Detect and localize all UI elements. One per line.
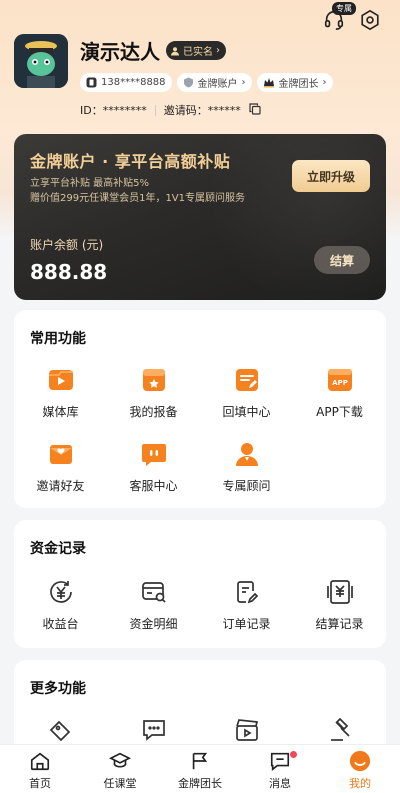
tag-icon bbox=[47, 716, 75, 744]
grid-item-app-download[interactable]: APP APP下载 bbox=[293, 366, 386, 420]
grid-item-settlement-record[interactable]: 结算记录 bbox=[293, 578, 386, 632]
graduation-cap-icon bbox=[109, 752, 131, 768]
message-icon bbox=[270, 752, 290, 771]
vip-subtitle-2: 赠价值299元任课堂会员1年，1V1专属顾问服务 bbox=[30, 193, 246, 204]
grid-item-more-1[interactable] bbox=[14, 716, 107, 744]
verified-label: 已实名 bbox=[183, 47, 213, 58]
fund-records-card: 资金记录 收益台 资金明细 订单记录 结算记录 bbox=[14, 520, 386, 648]
grid-item-invite-friends[interactable]: 邀请好友 bbox=[14, 440, 107, 494]
media-library-icon bbox=[47, 366, 75, 394]
phone-icon bbox=[86, 77, 97, 88]
balance-label: 账户余额 (元) bbox=[30, 238, 104, 252]
app-download-icon: APP bbox=[326, 366, 354, 394]
gavel-icon bbox=[326, 716, 354, 744]
phone-number: 138****8888 bbox=[101, 77, 166, 88]
vip-subtitle-1: 立享平台补贴 最高补贴5% bbox=[30, 178, 150, 189]
svg-text:APP: APP bbox=[332, 379, 348, 387]
settings-icon[interactable] bbox=[358, 8, 382, 32]
grid-item-earnings[interactable]: 收益台 bbox=[14, 578, 107, 632]
account-tag[interactable]: 金牌账户 › bbox=[176, 73, 252, 92]
unread-dot bbox=[289, 751, 297, 758]
chat-bubble-icon bbox=[140, 716, 168, 744]
grid-item-order-record[interactable]: 订单记录 bbox=[200, 578, 293, 632]
tab-home[interactable]: 首页 bbox=[0, 745, 80, 793]
flag-icon bbox=[192, 752, 208, 770]
user-check-icon bbox=[171, 46, 179, 55]
tab-messages[interactable]: 消息 bbox=[240, 745, 320, 793]
chevron-right-icon: › bbox=[322, 77, 327, 88]
chevron-right-icon: › bbox=[216, 45, 220, 56]
crown-icon bbox=[263, 78, 274, 88]
clapperboard-icon bbox=[233, 716, 261, 744]
bottom-tab-bar: 首页 任课堂 金牌团长 消息 我的 bbox=[0, 744, 400, 793]
section-title: 更多功能 bbox=[30, 681, 86, 697]
section-title: 资金记录 bbox=[30, 541, 86, 557]
tab-gold-leader[interactable]: 金牌团长 bbox=[160, 745, 240, 793]
account-tag-label: 金牌账户 bbox=[197, 79, 238, 90]
invite-code: 邀请码：****** bbox=[163, 104, 241, 117]
tab-classroom[interactable]: 任课堂 bbox=[80, 745, 160, 793]
customer-service-headset-icon[interactable]: 专属 bbox=[322, 2, 356, 32]
section-title: 常用功能 bbox=[30, 331, 86, 347]
settle-button[interactable]: 结算 bbox=[314, 246, 370, 274]
grid-item-media-library[interactable]: 媒体库 bbox=[14, 366, 107, 420]
user-profile-icon bbox=[349, 750, 371, 772]
common-functions-card: 常用功能 媒体库 我的报备 回填中心 APP APP下载 邀请好友 客服中心 专… bbox=[14, 310, 386, 508]
chevron-right-icon: › bbox=[241, 77, 246, 88]
grid-item-fund-details[interactable]: 资金明细 bbox=[107, 578, 200, 632]
order-record-icon bbox=[233, 578, 261, 606]
mascot-avatar-icon bbox=[14, 34, 68, 88]
report-icon bbox=[140, 366, 168, 394]
grid-item-backfill-center[interactable]: 回填中心 bbox=[200, 366, 293, 420]
leader-tag[interactable]: 金牌团长 › bbox=[256, 73, 333, 92]
user-name: 演示达人 bbox=[80, 40, 160, 64]
leader-tag-label: 金牌团长 bbox=[278, 79, 319, 90]
home-icon bbox=[30, 752, 50, 771]
earnings-icon bbox=[47, 578, 75, 606]
grid-item-customer-service[interactable]: 客服中心 bbox=[107, 440, 200, 494]
backfill-icon bbox=[233, 366, 261, 394]
vip-title: 金牌账户 · 享平台高额补贴 bbox=[30, 152, 231, 171]
upgrade-button[interactable]: 立即升级 bbox=[292, 160, 370, 192]
fund-details-icon bbox=[140, 578, 168, 606]
account-shield-icon bbox=[183, 77, 193, 88]
phone-tag: 138****8888 bbox=[80, 73, 172, 92]
vip-card: 金牌账户 · 享平台高额补贴 立享平台补贴 最高补贴5% 赠价值299元任课堂会… bbox=[14, 134, 386, 300]
grid-item-more-3[interactable] bbox=[200, 716, 293, 744]
tab-mine[interactable]: 我的 bbox=[320, 745, 400, 793]
grid-item-my-report[interactable]: 我的报备 bbox=[107, 366, 200, 420]
invite-friends-icon bbox=[47, 440, 75, 468]
user-profile: 演示达人 已实名 › 138****8888 金牌账户 › 金牌团长 › ID：… bbox=[14, 34, 333, 118]
avatar[interactable] bbox=[14, 34, 68, 88]
grid-item-more-2[interactable] bbox=[107, 716, 200, 744]
user-id: ID：******** bbox=[80, 104, 147, 117]
divider bbox=[154, 104, 156, 116]
verified-badge[interactable]: 已实名 › bbox=[166, 41, 226, 60]
exclusive-badge: 专属 bbox=[332, 2, 356, 15]
copy-icon[interactable] bbox=[249, 102, 261, 118]
balance-value: 888.88 bbox=[30, 260, 108, 284]
advisor-icon bbox=[233, 440, 261, 468]
grid-item-advisor[interactable]: 专属顾问 bbox=[200, 440, 293, 494]
settlement-record-icon bbox=[326, 578, 354, 606]
customer-service-icon bbox=[140, 440, 168, 468]
grid-item-more-4[interactable] bbox=[293, 716, 386, 744]
top-actions: 专属 bbox=[322, 2, 382, 32]
